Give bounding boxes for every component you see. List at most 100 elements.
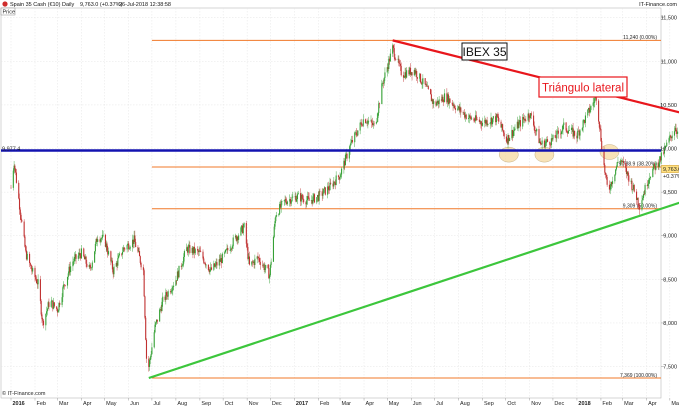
y-tick-label: 10,000 [660,147,677,153]
candle-body [297,193,299,195]
candle-body [323,188,325,194]
candle-body [615,169,617,175]
candle-body [110,251,112,262]
candle-body [582,120,584,128]
candle-body [381,83,383,105]
candle-body [63,284,65,286]
candle-body [167,291,169,297]
candle-body [267,265,269,269]
candle-body [395,59,397,60]
candle-body [383,77,385,84]
candle-body [652,169,654,178]
candle-body [189,245,191,253]
candle-body [433,101,435,104]
candle-body [398,58,400,64]
candle-body [113,266,115,275]
candle-body [75,254,77,259]
candle-body [209,269,211,273]
candle-body [589,109,591,113]
candle-body [322,193,324,196]
header-bar: Spain 35 Cash (€10) Daily 9,763.0 (+0.37… [2,1,677,8]
x-tick-label: Dec [554,401,564,407]
candle-body [281,201,283,202]
candle-body [427,86,429,90]
candle-body [340,174,342,178]
candle-body [77,255,79,259]
candle-body [227,248,229,251]
candle-body [402,75,405,78]
candle-body [313,194,316,203]
candle-body [301,194,303,199]
candle-body [242,227,244,234]
candle-body [25,246,27,251]
candle-body [302,198,304,200]
fib-level-label: 7,369 (100.00%) [620,373,657,379]
candle-body [509,138,511,141]
instrument-name: Spain 35 Cash (€10) [10,2,61,8]
candle-body [73,261,75,262]
candle-body [67,273,69,277]
candle-body [291,196,293,202]
candle-body [15,168,17,173]
x-tick-label: Jun [413,401,422,407]
candle-body [318,191,320,201]
candle-body [393,48,395,58]
candle-body [138,251,141,257]
candle-body [357,130,359,136]
candle-body [616,162,618,167]
candle-body [135,241,137,248]
candle-body [454,108,456,110]
quote-label: 9,763.0 (+0.37%) [80,2,123,8]
timestamp-label: 26-Jul-2018 12:38:58 [119,2,171,8]
candle-body [419,73,422,83]
candle-body [525,120,527,122]
candle-body [568,130,570,131]
candle-body [26,253,28,260]
candle-body [145,317,147,340]
candle-body [106,243,108,251]
candle-body [187,246,189,253]
candle-body [605,174,607,177]
candle-body [225,249,227,251]
candle-body [351,140,353,143]
candle-body [41,314,43,320]
candle-body [491,118,494,125]
candle-body [248,256,251,265]
candle-body [200,251,202,253]
candle-body [307,196,309,198]
y-tick-label: 9,000 [663,234,677,240]
candle-body [123,247,125,249]
candle-body [584,115,587,123]
candle-body [290,201,292,204]
support-value-label: 9,977.4 [2,147,20,153]
candle-body [269,264,271,276]
chart: 11,240 (0.00%)9,788.9 (38.20%)9,309 (50.… [0,1,679,407]
candle-body [474,120,476,122]
candle-body [85,256,87,264]
candle-body [536,128,538,132]
candle-body [285,199,287,203]
candle-body [530,113,532,116]
candle-body [549,141,551,145]
candle-body [329,182,331,191]
candle-body [375,122,377,124]
candle-body [257,256,259,258]
candle-body [394,57,396,60]
candle-body [442,96,444,102]
candle-body [498,117,500,122]
last-change-label: +0.37% [663,174,679,180]
y-tick-label: 9,500 [663,190,677,196]
copyright-label: © IT-Finance.com [2,390,46,397]
candle-body [129,247,131,249]
candle-body [72,261,74,267]
candle-body [465,114,467,119]
candle-body [273,226,275,237]
candle-body [264,268,266,270]
candle-body [598,100,600,122]
candle-body [231,248,233,250]
candle-body [648,179,650,184]
candle-body [538,128,540,144]
candle-body [566,130,568,132]
candle-body [324,187,326,195]
fib-level-label: 9,788.9 (38.20%) [619,162,658,168]
